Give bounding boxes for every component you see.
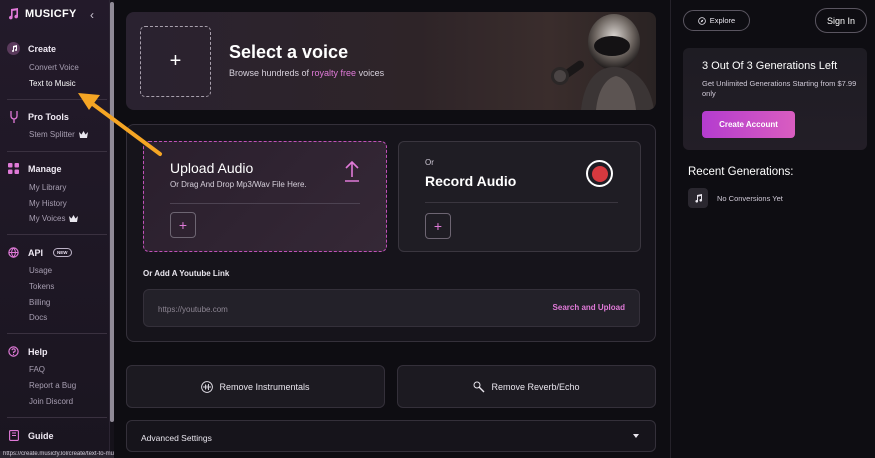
globe-icon	[7, 246, 20, 259]
sidebar-item-usage[interactable]: Usage	[29, 266, 52, 275]
section-guide[interactable]: Guide	[7, 429, 54, 442]
new-badge: NEW	[53, 248, 72, 257]
section-guide-label: Guide	[28, 430, 54, 441]
sidebar-item-join-discord[interactable]: Join Discord	[29, 397, 73, 406]
section-manage-label: Manage	[28, 163, 62, 174]
youtube-link-box: Search and Upload	[143, 289, 640, 327]
no-conversions-text: No Conversions Yet	[717, 193, 783, 203]
advanced-settings-dropdown[interactable]: Advanced Settings	[126, 420, 656, 452]
music-icon	[7, 42, 20, 55]
singer-robot-illustration	[551, 14, 654, 110]
main-content: + Select a voice Browse hundreds of roya…	[114, 0, 670, 458]
sidebar-item-tokens[interactable]: Tokens	[29, 282, 54, 291]
sidebar-item-my-library[interactable]: My Library	[29, 183, 66, 192]
section-pro-tools-label: Pro Tools	[28, 111, 69, 122]
plus-icon: +	[169, 50, 182, 72]
sidebar-item-text-to-music[interactable]: Text to Music	[29, 79, 76, 88]
section-manage[interactable]: Manage	[7, 162, 62, 175]
generations-title: 3 Out Of 3 Generations Left	[702, 60, 838, 72]
sidebar-item-convert-voice[interactable]: Convert Voice	[29, 63, 79, 72]
upload-audio-dropzone[interactable]: Upload Audio Or Drag And Drop Mp3/Wav Fi…	[143, 141, 387, 252]
divider	[7, 333, 107, 334]
section-create[interactable]: Create	[7, 42, 56, 55]
hero-title: Select a voice	[229, 42, 349, 62]
sign-in-button[interactable]: Sign In	[815, 8, 867, 33]
microphone-icon	[473, 381, 485, 392]
sidebar-item-docs[interactable]: Docs	[29, 313, 47, 322]
youtube-url-input[interactable]	[158, 302, 458, 316]
hero-subtitle: Browse hundreds of royalty free voices	[229, 68, 385, 78]
explore-button[interactable]: Explore	[683, 10, 750, 31]
section-api[interactable]: API NEW	[7, 246, 72, 259]
compass-icon	[697, 16, 706, 25]
recent-empty-row: No Conversions Yet	[688, 188, 783, 208]
sidebar-item-my-history[interactable]: My History	[29, 199, 67, 208]
divider	[7, 234, 107, 235]
upload-arrow-icon	[345, 160, 359, 182]
chevron-down-icon	[633, 434, 639, 438]
add-recording-button[interactable]: +	[425, 213, 451, 239]
record-or-label: Or	[425, 158, 434, 167]
grid-icon	[7, 162, 20, 175]
app-name: MUSICFY	[25, 8, 77, 20]
sidebar-item-billing[interactable]: Billing	[29, 298, 50, 307]
select-voice-banner[interactable]: + Select a voice Browse hundreds of roya…	[126, 12, 656, 110]
divider	[7, 417, 107, 418]
divider	[170, 203, 360, 204]
divider	[425, 202, 618, 203]
section-create-label: Create	[28, 43, 57, 54]
section-pro-tools[interactable]: Pro Tools	[7, 110, 69, 123]
logo[interactable]: MUSICFY	[7, 8, 77, 20]
sidebar-item-faq[interactable]: FAQ	[29, 365, 45, 374]
record-title: Record Audio	[425, 173, 517, 189]
help-circle-icon	[7, 345, 20, 358]
remove-instrumentals-button[interactable]: Remove Instrumentals	[126, 365, 385, 408]
remove-instrumentals-label: Remove Instrumentals	[219, 381, 310, 392]
section-help[interactable]: Help	[7, 345, 48, 358]
add-upload-button[interactable]: +	[170, 212, 196, 238]
explore-label: Explore	[709, 16, 736, 25]
remove-reverb-button[interactable]: Remove Reverb/Echo	[397, 365, 656, 408]
waveform-icon	[201, 380, 214, 393]
generations-card: 3 Out Of 3 Generations Left Get Unlimite…	[683, 48, 867, 150]
search-and-upload-button[interactable]: Search and Upload	[553, 303, 625, 312]
section-api-label: API	[28, 247, 44, 258]
collapse-sidebar-icon[interactable]: ‹	[90, 8, 94, 22]
record-button[interactable]	[586, 160, 613, 187]
advanced-settings-label: Advanced Settings	[141, 433, 212, 443]
input-panel: Upload Audio Or Drag And Drop Mp3/Wav Fi…	[126, 124, 656, 342]
music-note-icon	[688, 188, 708, 208]
remove-reverb-label: Remove Reverb/Echo	[491, 381, 580, 392]
crown-icon	[69, 215, 79, 222]
royalty-free-link[interactable]: royalty free	[312, 68, 357, 78]
music-note-logo-icon	[9, 8, 19, 20]
upload-subtitle: Or Drag And Drop Mp3/Wav File Here.	[170, 180, 307, 189]
record-dot-icon	[591, 165, 608, 182]
upload-title: Upload Audio	[170, 160, 254, 176]
generations-subtitle: Get Unlimited Generations Starting from …	[702, 79, 857, 98]
plus-icon: +	[433, 218, 443, 234]
book-icon	[7, 429, 20, 442]
create-account-button[interactable]: Create Account	[702, 111, 795, 138]
annotation-arrow-icon	[78, 93, 162, 156]
tuning-fork-icon	[7, 110, 20, 123]
sidebar: MUSICFY ‹ Create Convert Voice Text to M…	[0, 0, 110, 458]
section-help-label: Help	[28, 346, 48, 357]
plus-icon: +	[178, 217, 188, 233]
recent-generations-title: Recent Generations:	[688, 166, 794, 178]
record-audio-card[interactable]: Or Record Audio +	[398, 141, 641, 252]
right-panel: Explore Sign In 3 Out Of 3 Generations L…	[670, 0, 875, 458]
sidebar-item-report-bug[interactable]: Report a Bug	[29, 381, 76, 390]
youtube-label: Or Add A Youtube Link	[143, 269, 230, 278]
sidebar-item-my-voices[interactable]: My Voices	[29, 214, 79, 223]
